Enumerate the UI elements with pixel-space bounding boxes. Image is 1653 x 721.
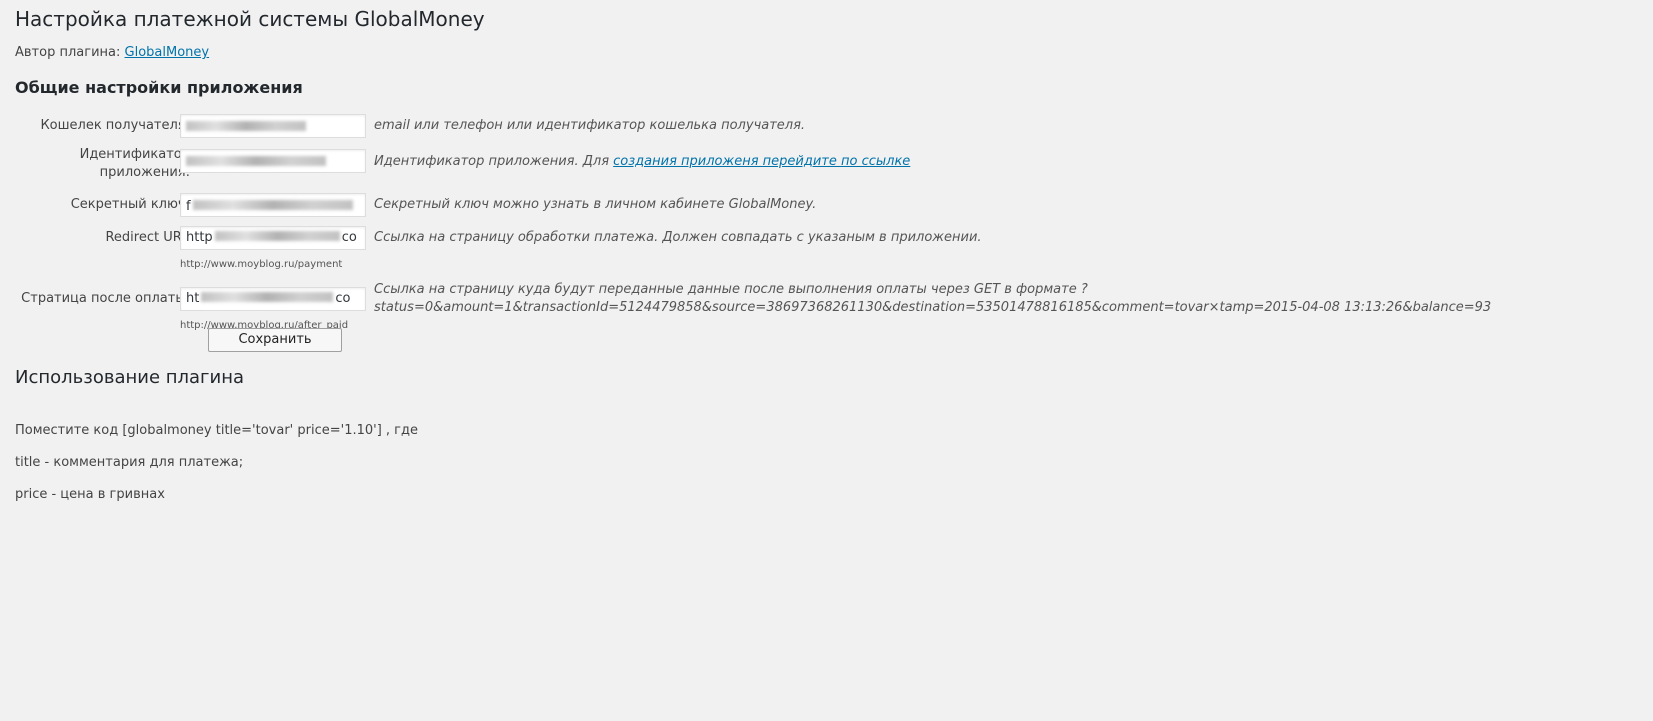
redirect-input[interactable]: http co (180, 226, 366, 250)
usage-line-2: title - комментария для платежа; (15, 455, 244, 470)
after-paid-description: Ссылка на страницу куда будут переданные… (374, 282, 1492, 315)
app-id-input[interactable] (180, 149, 366, 173)
redirect-hint: http://www.moyblog.ru/payment (180, 259, 343, 270)
section-title: Общие настройки приложения (15, 78, 303, 97)
author-link[interactable]: GlobalMoney (125, 45, 210, 60)
usage-line-1: Поместите код [globalmoney title='tovar'… (15, 423, 418, 438)
usage-line-3: price - цена в гривнах (15, 487, 165, 502)
app-id-label: Идентификатор приложения: (79, 147, 190, 180)
redirect-label: Redirect URI: (105, 230, 190, 245)
secret-description: Секретный ключ можно узнать в личном каб… (374, 197, 817, 212)
secret-label: Секретный ключ: (70, 197, 190, 212)
author-label: Автор плагина: (15, 45, 121, 60)
after-paid-input[interactable]: ht co (180, 287, 366, 311)
secret-input[interactable]: f (180, 193, 366, 217)
usage-title: Использование плагина (15, 367, 244, 388)
redirect-description: Ссылка на страницу обработки платежа. До… (374, 230, 982, 245)
after-paid-label: Стратица после оплаты: (21, 291, 190, 306)
save-button[interactable]: Сохранить (208, 328, 342, 352)
create-app-link[interactable]: создания приложеня перейдите по ссылке (613, 154, 910, 169)
wallet-description: email или телефон или идентификатор коше… (374, 118, 806, 133)
plugin-author: Автор плагина: GlobalMoney (15, 45, 209, 60)
wallet-input[interactable] (180, 114, 366, 138)
page-title: Настройка платежной системы GlobalMoney (15, 7, 485, 31)
app-id-description: Идентификатор приложения. Для создания п… (374, 154, 911, 169)
wallet-label: Кошелек получателя: (40, 118, 190, 133)
